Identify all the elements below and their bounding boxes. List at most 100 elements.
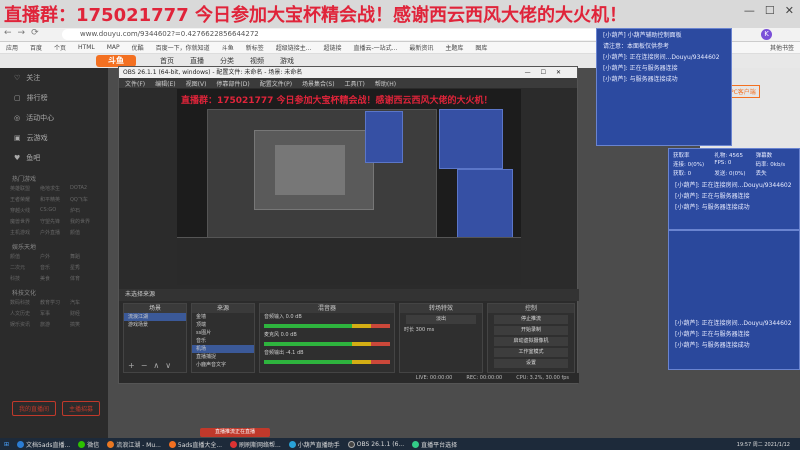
live-status-button[interactable]: 直播推流正在直播 bbox=[200, 428, 270, 437]
my-live-room-button[interactable]: 我的直播间 bbox=[12, 401, 57, 416]
source-item[interactable]: ss图片 bbox=[192, 329, 254, 337]
category-link[interactable]: 炉石 bbox=[70, 207, 98, 214]
close-icon[interactable]: ✕ bbox=[556, 69, 571, 76]
taskbar-app[interactable]: OBS 26.1.1 (6... bbox=[347, 440, 404, 448]
taskbar-app[interactable]: 流浪江湖 - Mu... bbox=[107, 440, 161, 449]
category-link[interactable]: 守望先锋 bbox=[40, 218, 68, 225]
bookmark-item[interactable]: 百度一下，你就知道 bbox=[156, 43, 210, 52]
source-item[interactable]: 顶端 bbox=[192, 321, 254, 329]
obs-preview[interactable]: 直播群：175021777 今日参加大宝杯精会战！感谢西云西风大佬的大火机！ bbox=[177, 89, 521, 285]
taskbar-app[interactable]: 直播平台选择 bbox=[412, 440, 457, 449]
bookmark-item[interactable]: 优酷 bbox=[132, 43, 144, 52]
stop-streaming-button[interactable]: 停止推流 bbox=[494, 315, 568, 324]
category-link[interactable]: 人文历史 bbox=[10, 310, 38, 317]
category-link[interactable]: 娱乐资讯 bbox=[10, 321, 38, 328]
nav-video[interactable]: 视频 bbox=[250, 56, 264, 66]
category-link[interactable]: 英雄联盟 bbox=[10, 185, 38, 192]
maximize-icon[interactable]: ☐ bbox=[765, 4, 775, 17]
category-link[interactable]: 科技 bbox=[10, 275, 38, 282]
transition-select[interactable]: 淡出 bbox=[406, 315, 476, 324]
category-link[interactable]: 财经 bbox=[70, 310, 98, 317]
taskbar-app[interactable]: 刷刷斯网络帮... bbox=[230, 440, 281, 449]
category-link[interactable]: 美食 bbox=[40, 275, 68, 282]
address-bar[interactable]: www.douyu.com/9344602?=0.427662285664427… bbox=[62, 29, 662, 40]
bookmark-item[interactable]: 新标签 bbox=[246, 43, 264, 52]
bookmark-item[interactable]: 超链接 bbox=[323, 43, 341, 52]
system-clock[interactable]: 19:57 周二 2021/1/12 bbox=[737, 441, 790, 448]
bookmark-item[interactable]: 斗鱼 bbox=[222, 43, 234, 52]
bookmark-item[interactable]: HTML bbox=[78, 44, 95, 51]
streamer-recruit-button[interactable]: 主播招募 bbox=[62, 401, 101, 416]
category-link[interactable]: 音乐 bbox=[40, 264, 68, 271]
forward-icon[interactable]: → bbox=[18, 28, 32, 38]
category-link[interactable]: 教育学习 bbox=[40, 299, 68, 306]
reload-icon[interactable]: ⟳ bbox=[31, 28, 45, 38]
bookmark-item[interactable]: 主题库 bbox=[445, 43, 463, 52]
category-link[interactable]: 舞蹈 bbox=[70, 253, 98, 260]
category-link[interactable]: 二次元 bbox=[10, 264, 38, 271]
source-item[interactable]: 金墙 bbox=[192, 313, 254, 321]
taskbar-app[interactable]: 微信 bbox=[78, 440, 99, 449]
nav-home[interactable]: 首页 bbox=[160, 56, 174, 66]
category-link[interactable]: QQ飞车 bbox=[70, 196, 98, 203]
category-link[interactable]: 穿越火线 bbox=[10, 207, 38, 214]
category-link[interactable]: 主机游戏 bbox=[10, 229, 38, 236]
category-link[interactable]: 汽车 bbox=[70, 299, 98, 306]
category-link[interactable]: 王者荣耀 bbox=[10, 196, 38, 203]
category-link[interactable]: 户外 bbox=[40, 253, 68, 260]
back-icon[interactable]: ← bbox=[4, 28, 18, 38]
other-bookmarks[interactable]: 其他书签 bbox=[770, 43, 794, 52]
volume-meter[interactable] bbox=[264, 324, 390, 328]
category-link[interactable]: 军事 bbox=[40, 310, 68, 317]
volume-meter[interactable] bbox=[264, 342, 390, 346]
nav-live[interactable]: 直播 bbox=[190, 56, 204, 66]
category-link[interactable]: 绝地求生 bbox=[40, 185, 68, 192]
bookmark-item[interactable]: 直播云-一站式... bbox=[353, 43, 397, 52]
source-item[interactable]: 小鹿声音文字 bbox=[192, 361, 254, 369]
maximize-icon[interactable]: ☐ bbox=[541, 69, 556, 76]
bookmark-item[interactable]: 超级链接主... bbox=[276, 43, 312, 52]
category-link[interactable]: 搞笑 bbox=[70, 321, 98, 328]
sidebar-item-fishbar[interactable]: ♥ 鱼吧 bbox=[0, 148, 108, 168]
minimize-icon[interactable]: — bbox=[744, 4, 755, 17]
category-link[interactable]: 和平精英 bbox=[40, 196, 68, 203]
category-link[interactable]: 颜值 bbox=[10, 253, 38, 260]
category-link[interactable]: 户外直播 bbox=[40, 229, 68, 236]
category-link[interactable]: 魔兽世界 bbox=[10, 218, 38, 225]
settings-button[interactable]: 设置 bbox=[494, 359, 568, 368]
windows-start-icon[interactable]: ⊞ bbox=[4, 441, 9, 448]
scene-controls[interactable]: +−∧∨ bbox=[128, 361, 177, 370]
bookmark-item[interactable]: 最新资讯 bbox=[409, 43, 433, 52]
category-link[interactable]: 我的世界 bbox=[70, 218, 98, 225]
taskbar-app[interactable]: 小葫芦直播助手 bbox=[288, 440, 340, 449]
scene-item[interactable]: 游戏场景 bbox=[124, 321, 186, 329]
bookmark-item[interactable]: 个页 bbox=[54, 43, 66, 52]
bookmark-item[interactable]: 百度 bbox=[30, 43, 42, 52]
taskbar-app[interactable]: 5ads直播大全... bbox=[168, 440, 222, 449]
source-item[interactable]: 直播捕捉 bbox=[192, 353, 254, 361]
profile-avatar[interactable]: K bbox=[761, 29, 772, 40]
menu-view[interactable]: 视图(V) bbox=[186, 79, 207, 88]
menu-edit[interactable]: 编辑(E) bbox=[155, 79, 175, 88]
minimize-icon[interactable]: — bbox=[525, 69, 541, 76]
nav-games[interactable]: 游戏 bbox=[280, 56, 294, 66]
source-item[interactable]: 音乐 bbox=[192, 337, 254, 345]
category-link[interactable]: DOTA2 bbox=[70, 185, 98, 192]
bookmark-item[interactable]: 图库 bbox=[475, 43, 487, 52]
menu-docks[interactable]: 停靠部件(D) bbox=[216, 79, 249, 88]
nav-category[interactable]: 分类 bbox=[220, 56, 234, 66]
volume-meter[interactable] bbox=[264, 360, 390, 364]
sidebar-item-rank[interactable]: ▢ 排行榜 bbox=[0, 88, 108, 108]
studio-mode-button[interactable]: 工作室模式 bbox=[494, 348, 568, 357]
menu-profile[interactable]: 配置文件(P) bbox=[260, 79, 292, 88]
scene-item[interactable]: 流浪江湖 bbox=[124, 313, 186, 321]
sidebar-item-follow[interactable]: ♡ 关注 bbox=[0, 68, 108, 88]
menu-tools[interactable]: 工具(T) bbox=[345, 79, 365, 88]
source-item[interactable]: 机场 bbox=[192, 345, 254, 353]
menu-file[interactable]: 文件(F) bbox=[125, 79, 145, 88]
sidebar-item-events[interactable]: ◎ 活动中心 bbox=[0, 108, 108, 128]
start-recording-button[interactable]: 开始录制 bbox=[494, 326, 568, 335]
sidebar-item-cloud-game[interactable]: ▣ 云游戏 bbox=[0, 128, 108, 148]
category-link[interactable]: 颜值 bbox=[70, 229, 98, 236]
category-link[interactable]: CS:GO bbox=[40, 207, 68, 214]
